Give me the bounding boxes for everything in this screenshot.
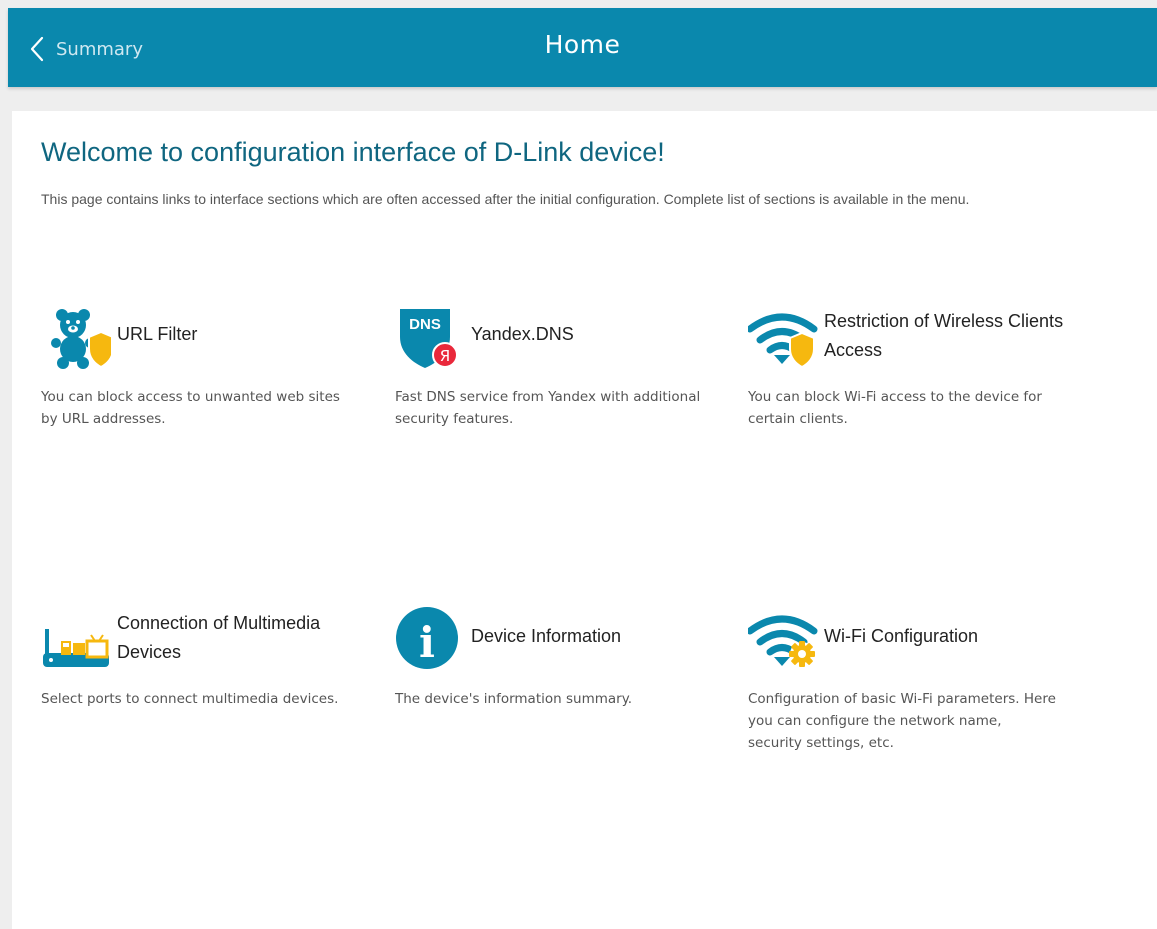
- tile-title: Restriction of Wireless Clients Access: [824, 311, 1064, 360]
- dns-shield-icon: DNS Я: [395, 307, 465, 369]
- tile-title: URL Filter: [117, 324, 198, 344]
- multimedia-devices-icon: [41, 609, 111, 671]
- main-card: Welcome to configuration interface of D-…: [12, 111, 1157, 929]
- top-bar: Summary Home: [8, 8, 1157, 87]
- intro-text: This page contains links to interface se…: [41, 191, 970, 207]
- yandex-letter: Я: [440, 347, 450, 365]
- wifi-gear-icon: [746, 609, 818, 671]
- tile-description: Select ports to connect multimedia devic…: [41, 691, 339, 707]
- teddy-bear-shield-icon: [41, 307, 114, 369]
- tile-wireless-restriction[interactable]: Restriction of Wireless Clients Access Y…: [746, 307, 1078, 437]
- tile-title: Yandex.DNS: [471, 324, 574, 344]
- dns-label: DNS: [409, 316, 441, 333]
- tile-title: Device Information: [471, 626, 622, 646]
- tile-yandex-dns[interactable]: DNS Я Yandex.DNS Fast DNS service from Y…: [395, 307, 725, 437]
- tile-device-information[interactable]: i Device Information The device's inform…: [395, 607, 725, 759]
- tile-wifi-configuration[interactable]: Wi-Fi Configuration Configuration of bas…: [746, 609, 1078, 759]
- wifi-shield-icon: [746, 307, 818, 369]
- tile-description: Fast DNS service from Yandex with additi…: [395, 389, 701, 427]
- tile-title: Wi-Fi Configuration: [824, 626, 979, 646]
- tile-description: You can block Wi-Fi access to the device…: [748, 389, 1042, 427]
- welcome-heading: Welcome to configuration interface of D-…: [41, 137, 665, 167]
- info-letter: i: [419, 618, 435, 667]
- info-icon: i: [395, 605, 465, 669]
- tile-url-filter[interactable]: URL Filter You can block access to unwan…: [41, 307, 371, 437]
- tile-description: The device's information summary.: [395, 691, 633, 707]
- tile-multimedia-devices[interactable]: Connection of Multimedia Devices Select …: [41, 609, 371, 759]
- tile-title: Connection of Multimedia Devices: [117, 613, 321, 662]
- page-title: Home: [544, 30, 621, 59]
- tile-description: Configuration of basic Wi-Fi parameters.…: [748, 691, 1056, 751]
- tile-description: You can block access to unwanted web sit…: [41, 389, 340, 427]
